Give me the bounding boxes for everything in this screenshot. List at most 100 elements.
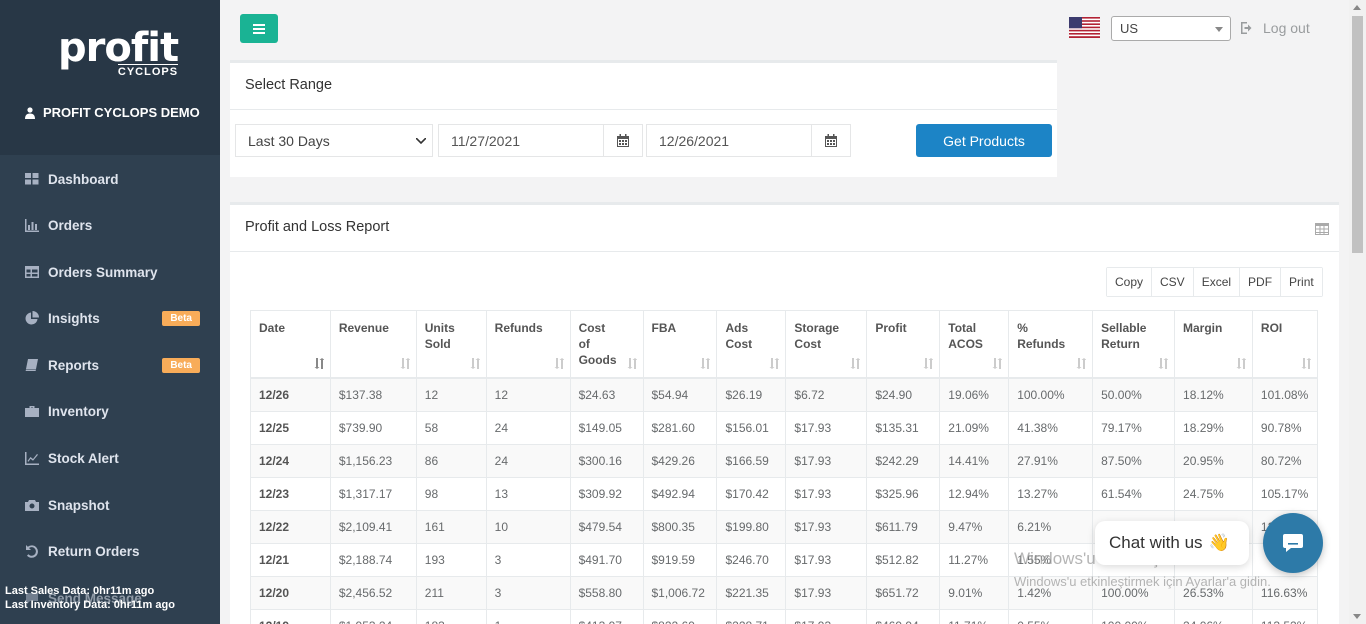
sort-icon[interactable] xyxy=(769,358,780,369)
table-cell: $739.90 xyxy=(329,410,417,445)
column-header[interactable]: Revenue xyxy=(329,310,417,379)
column-header[interactable]: Profit xyxy=(866,310,941,379)
column-header-label: ROI xyxy=(1260,321,1283,335)
column-header-label: Ads xyxy=(725,321,749,335)
table-cell: 161 xyxy=(415,509,487,544)
table-view-icon[interactable] xyxy=(1315,223,1329,235)
column-header[interactable]: Storage Cost xyxy=(785,310,868,379)
table-cell: 3 xyxy=(485,542,571,577)
copy-button[interactable]: Copy xyxy=(1107,268,1153,296)
last-sales-data: Last Sales Data: 0hr11m ago xyxy=(5,585,155,597)
sort-icon[interactable] xyxy=(700,358,711,369)
table-cell: 10 xyxy=(485,509,571,544)
sort-icon[interactable] xyxy=(1076,358,1087,369)
column-header-label: Storage xyxy=(794,321,840,335)
scroll-up-arrow[interactable] xyxy=(1353,5,1361,10)
sidebar-item-insights[interactable]: Insights Beta xyxy=(0,298,220,338)
sort-icon[interactable] xyxy=(1236,358,1246,369)
column-header-label: Date xyxy=(259,321,286,335)
sort-icon[interactable] xyxy=(627,358,637,369)
table-header-row: Date Revenue Units Sold Refunds Cost of Goods FB… xyxy=(250,310,1319,379)
range-preset-select[interactable]: Last 30 Days xyxy=(235,124,433,157)
line-chart-icon xyxy=(25,451,39,465)
table-cell: 193 xyxy=(415,542,487,577)
column-header-label: Return xyxy=(1101,337,1140,351)
brand-logo[interactable]: profit CYCLOPS xyxy=(58,28,179,78)
camera-icon xyxy=(25,498,39,512)
column-header[interactable]: FBA xyxy=(642,310,718,379)
excel-button[interactable]: Excel xyxy=(1193,268,1241,296)
end-date-calendar-button[interactable] xyxy=(811,124,851,157)
sidebar-item-return-orders[interactable]: Return Orders xyxy=(0,531,220,571)
bar-chart-icon xyxy=(25,218,39,232)
column-header-label: Units xyxy=(424,321,455,335)
column-header[interactable]: Sellable Return xyxy=(1092,310,1176,379)
calendar-icon xyxy=(617,134,629,147)
chat-with-us-bubble[interactable]: Chat with us 👋 xyxy=(1095,521,1249,565)
table-cell: $611.79 xyxy=(866,509,941,544)
sort-icon[interactable] xyxy=(470,358,480,369)
column-header[interactable]: ROI xyxy=(1251,310,1319,379)
column-header[interactable]: Total ACOS xyxy=(939,310,1010,379)
sort-icon[interactable] xyxy=(1158,358,1169,369)
table-cell: $429.26 xyxy=(642,443,718,478)
column-header[interactable]: Refunds xyxy=(485,310,571,379)
sort-icon[interactable] xyxy=(314,358,324,369)
get-products-button[interactable]: Get Products xyxy=(916,124,1052,157)
sort-icon[interactable] xyxy=(554,358,564,369)
sidebar-item-stock-alert[interactable]: Stock Alert xyxy=(0,438,220,478)
start-date-input[interactable]: 11/27/2021 xyxy=(438,124,604,157)
country-select[interactable]: US xyxy=(1111,16,1231,41)
logout-link[interactable]: Log out xyxy=(1241,20,1310,36)
table-icon xyxy=(25,265,39,279)
column-header[interactable]: Cost of Goods xyxy=(569,310,644,379)
sort-icon[interactable] xyxy=(850,358,861,369)
sort-icon[interactable] xyxy=(400,358,410,369)
table-cell: $17.93 xyxy=(785,575,868,610)
table-cell: 80.72% xyxy=(1251,443,1319,478)
sidebar-item-inventory[interactable]: Inventory xyxy=(0,391,220,431)
sort-icon[interactable] xyxy=(1301,358,1311,369)
start-date-calendar-button[interactable] xyxy=(603,124,643,157)
last-inventory-data: Last Inventory Data: 0hr11m ago xyxy=(5,599,175,611)
table-cell: $2,456.52 xyxy=(329,575,417,610)
menu-toggle-button[interactable] xyxy=(240,14,278,43)
table-cell: 86 xyxy=(415,443,487,478)
sort-icon[interactable] xyxy=(992,358,1003,369)
end-date-input[interactable]: 12/26/2021 xyxy=(646,124,812,157)
pdf-button[interactable]: PDF xyxy=(1240,268,1282,296)
column-header[interactable]: Margin xyxy=(1174,310,1253,379)
table-cell: $558.80 xyxy=(569,575,644,610)
sidebar-item-send-message[interactable]: Send Message xyxy=(0,578,220,618)
column-header[interactable]: Units Sold xyxy=(415,310,487,379)
table-cell: $135.31 xyxy=(866,410,941,445)
sort-icon[interactable] xyxy=(923,358,934,369)
sidebar-item-snapshot[interactable]: Snapshot xyxy=(0,485,220,525)
column-header-label: Cost xyxy=(794,337,822,351)
sign-out-icon xyxy=(1241,22,1252,34)
column-header[interactable]: % Refunds xyxy=(1008,310,1094,379)
table-cell: 18.29% xyxy=(1174,410,1253,445)
sidebar-item-reports[interactable]: Reports Beta xyxy=(0,345,220,385)
sidebar-item-orders[interactable]: Orders xyxy=(0,205,220,245)
print-button[interactable]: Print xyxy=(1281,268,1322,296)
undo-icon xyxy=(25,544,39,558)
user-profile[interactable]: PROFIT CYCLOPS DEMO xyxy=(25,105,200,120)
table-cell: $54.94 xyxy=(642,377,718,412)
column-header-label: Revenue xyxy=(338,321,389,335)
column-header-label: FBA xyxy=(651,321,677,335)
page-scrollbar[interactable] xyxy=(1349,0,1366,624)
chat-launcher-button[interactable] xyxy=(1263,513,1323,573)
column-header-label: Total xyxy=(948,321,977,335)
scrollbar-thumb[interactable] xyxy=(1352,16,1363,253)
table-cell: 100.00% xyxy=(1008,377,1094,412)
table-cell: 27.91% xyxy=(1008,443,1094,478)
sidebar-item-dashboard[interactable]: Dashboard xyxy=(0,159,220,199)
csv-button[interactable]: CSV xyxy=(1152,268,1194,296)
column-header[interactable]: Ads Cost xyxy=(716,310,787,379)
scroll-down-arrow[interactable] xyxy=(1353,614,1361,619)
sidebar-item-orders-summary[interactable]: Orders Summary xyxy=(0,252,220,292)
column-header[interactable]: Date xyxy=(250,310,331,379)
book-icon xyxy=(25,358,39,372)
table-cell: 11.71% xyxy=(939,608,1010,624)
